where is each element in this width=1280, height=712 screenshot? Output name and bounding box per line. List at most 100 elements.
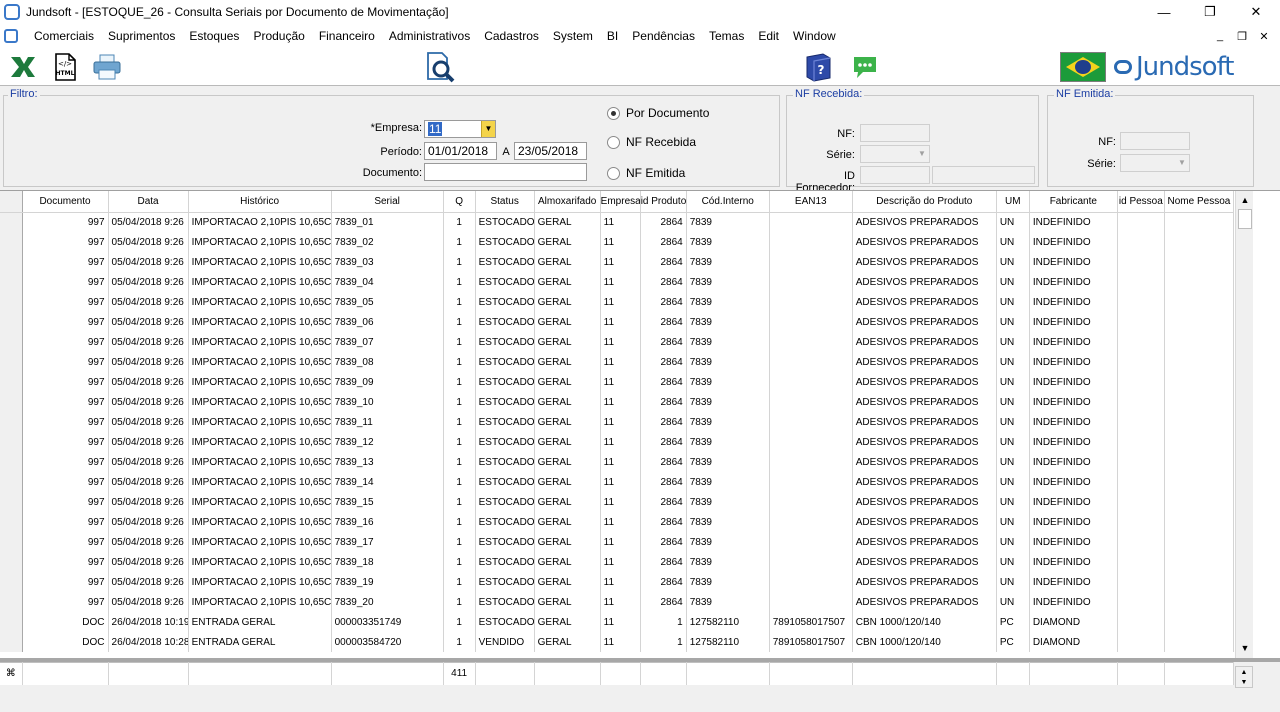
table-cell[interactable]: ADESIVOS PREPARADOS [852, 272, 997, 292]
table-cell[interactable]: 11 [600, 292, 641, 312]
table-cell[interactable]: 1 [443, 612, 476, 632]
table-cell[interactable]: 11 [600, 492, 641, 512]
table-cell[interactable]: 2864 [640, 232, 687, 252]
menu-suprimentos[interactable]: Suprimentos [101, 29, 182, 43]
table-cell[interactable]: GERAL [534, 352, 601, 372]
table-cell[interactable]: ADESIVOS PREPARADOS [852, 392, 997, 412]
search-button[interactable] [424, 51, 456, 83]
table-cell[interactable]: INDEFINIDO [1029, 272, 1118, 292]
table-cell[interactable] [769, 592, 853, 612]
table-cell[interactable]: ESTOCADO [475, 412, 535, 432]
spin-down-icon[interactable]: ▼ [1241, 679, 1248, 686]
table-cell[interactable]: GERAL [534, 572, 601, 592]
table-cell[interactable]: UN [996, 472, 1030, 492]
table-cell[interactable]: GERAL [534, 452, 601, 472]
row-indicator[interactable] [0, 272, 23, 292]
table-cell[interactable]: ESTOCADO [475, 452, 535, 472]
table-cell[interactable]: INDEFINIDO [1029, 572, 1118, 592]
table-cell[interactable]: INDEFINIDO [1029, 372, 1118, 392]
table-cell[interactable]: 7839_05 [331, 292, 444, 312]
table-cell[interactable]: GERAL [534, 612, 601, 632]
table-cell[interactable]: IMPORTACAO 2,10PIS 10,65CO [188, 332, 332, 352]
table-cell[interactable]: 1 [443, 292, 476, 312]
table-cell[interactable]: GERAL [534, 252, 601, 272]
mdi-minimize-button[interactable]: _ [1208, 24, 1232, 48]
table-cell[interactable]: 1 [443, 472, 476, 492]
table-cell[interactable]: IMPORTACAO 2,10PIS 10,65CO [188, 472, 332, 492]
column-header[interactable]: Documento [22, 191, 109, 213]
menu-pendencias[interactable]: Pendências [625, 29, 702, 43]
table-cell[interactable] [1164, 592, 1235, 612]
table-cell[interactable]: GERAL [534, 632, 601, 652]
table-cell[interactable]: 7839_15 [331, 492, 444, 512]
table-cell[interactable]: GERAL [534, 432, 601, 452]
column-header[interactable]: Nome Pessoa [1164, 191, 1235, 213]
mdi-restore-button[interactable]: ❐ [1230, 24, 1254, 48]
table-cell[interactable]: 11 [600, 512, 641, 532]
table-cell[interactable]: 11 [600, 352, 641, 372]
table-cell[interactable]: ESTOCADO [475, 292, 535, 312]
table-cell[interactable]: ESTOCADO [475, 352, 535, 372]
table-row[interactable]: DOC 26/04/2018 10:19 ENTRADA GERAL 00000335… [0, 612, 1235, 632]
table-cell[interactable]: 7839 [686, 492, 770, 512]
table-cell[interactable]: ESTOCADO [475, 312, 535, 332]
table-cell[interactable]: UN [996, 392, 1030, 412]
table-row[interactable]: 997 05/04/2018 9:26 IMPORTACAO 2,10PIS 10,… [0, 352, 1235, 372]
table-cell[interactable] [1117, 312, 1165, 332]
row-indicator[interactable] [0, 592, 23, 612]
table-cell[interactable]: IMPORTACAO 2,10PIS 10,65CO [188, 512, 332, 532]
table-cell[interactable]: 997 [22, 512, 109, 532]
table-cell[interactable]: INDEFINIDO [1029, 232, 1118, 252]
documento-input[interactable] [424, 163, 587, 181]
table-cell[interactable]: 7839 [686, 532, 770, 552]
table-cell[interactable]: 2864 [640, 432, 687, 452]
table-cell[interactable]: IMPORTACAO 2,10PIS 10,65CO [188, 552, 332, 572]
table-cell[interactable]: INDEFINIDO [1029, 512, 1118, 532]
table-cell[interactable]: 997 [22, 232, 109, 252]
table-cell[interactable]: 7839_07 [331, 332, 444, 352]
chat-button[interactable] [849, 51, 881, 83]
table-cell[interactable]: GERAL [534, 412, 601, 432]
column-header[interactable]: Histórico [188, 191, 332, 213]
table-cell[interactable] [1117, 512, 1165, 532]
table-row[interactable]: 997 05/04/2018 9:26 IMPORTACAO 2,10PIS 10,… [0, 472, 1235, 492]
table-cell[interactable] [1164, 512, 1235, 532]
table-cell[interactable]: 997 [22, 592, 109, 612]
table-cell[interactable]: IMPORTACAO 2,10PIS 10,65CO [188, 272, 332, 292]
minimize-button[interactable]: — [1141, 0, 1187, 24]
table-cell[interactable]: 2864 [640, 472, 687, 492]
table-cell[interactable]: INDEFINIDO [1029, 492, 1118, 512]
menu-bi[interactable]: BI [600, 29, 625, 43]
table-cell[interactable]: 2864 [640, 312, 687, 332]
row-indicator[interactable] [0, 472, 23, 492]
table-cell[interactable]: 7839_01 [331, 212, 444, 232]
menu-administrativos[interactable]: Administrativos [382, 29, 477, 43]
table-cell[interactable]: 7839_16 [331, 512, 444, 532]
table-cell[interactable]: 05/04/2018 9:26 [108, 212, 189, 232]
table-cell[interactable]: ESTOCADO [475, 212, 535, 232]
column-header[interactable]: UM [996, 191, 1030, 213]
table-cell[interactable]: 000003584720 [331, 632, 444, 652]
table-cell[interactable]: 7839_09 [331, 372, 444, 392]
table-cell[interactable] [1117, 572, 1165, 592]
column-header[interactable]: Fabricante [1029, 191, 1118, 213]
table-cell[interactable] [769, 332, 853, 352]
menu-financeiro[interactable]: Financeiro [312, 29, 382, 43]
table-cell[interactable]: 7839 [686, 272, 770, 292]
table-cell[interactable] [1164, 352, 1235, 372]
table-cell[interactable]: 7839_08 [331, 352, 444, 372]
table-cell[interactable]: 1 [443, 232, 476, 252]
table-cell[interactable]: UN [996, 432, 1030, 452]
row-indicator[interactable] [0, 332, 23, 352]
table-row[interactable]: 997 05/04/2018 9:26 IMPORTACAO 2,10PIS 10,… [0, 212, 1235, 232]
table-cell[interactable]: 7839_18 [331, 552, 444, 572]
table-cell[interactable] [1117, 252, 1165, 272]
table-cell[interactable]: ESTOCADO [475, 472, 535, 492]
table-cell[interactable]: 1 [443, 512, 476, 532]
table-cell[interactable]: INDEFINIDO [1029, 252, 1118, 272]
table-cell[interactable] [1164, 392, 1235, 412]
table-cell[interactable]: 11 [600, 372, 641, 392]
table-row[interactable]: 997 05/04/2018 9:26 IMPORTACAO 2,10PIS 10,… [0, 532, 1235, 552]
table-cell[interactable]: ESTOCADO [475, 232, 535, 252]
table-cell[interactable]: 2864 [640, 592, 687, 612]
